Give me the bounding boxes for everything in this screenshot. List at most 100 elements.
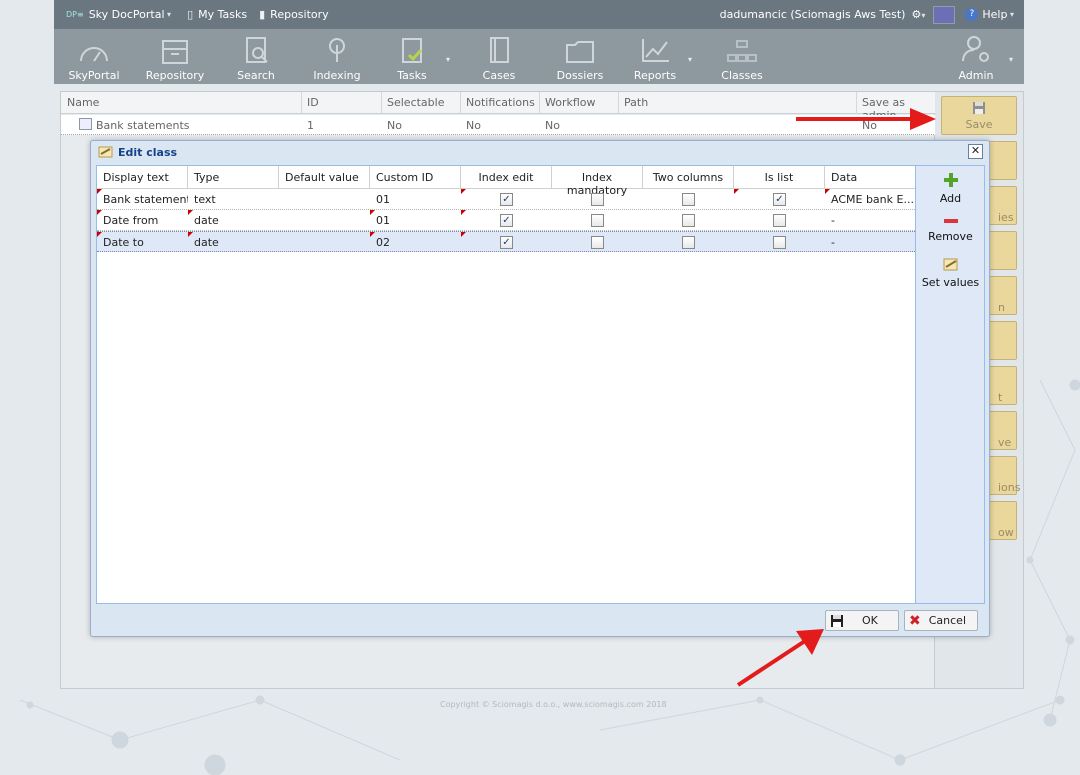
set-values-button[interactable]: Set values <box>916 256 985 289</box>
toolbar-skyportal[interactable]: SkyPortal <box>59 29 129 84</box>
cell-default-value[interactable] <box>279 189 370 209</box>
is-list-checkbox[interactable] <box>773 236 786 249</box>
repository-link[interactable]: ▮ Repository <box>259 8 329 21</box>
cancel-button[interactable]: ✖ Cancel <box>904 610 978 631</box>
col-data[interactable]: Data <box>825 166 915 189</box>
cell-custom-id[interactable]: 01 <box>370 189 461 209</box>
toolbar-dossiers[interactable]: Dossiers <box>545 29 615 84</box>
toolbar-label: Reports <box>633 69 677 82</box>
ok-button[interactable]: OK <box>825 610 899 631</box>
table-row[interactable]: Date from date 01 ✓ - <box>97 210 915 231</box>
col-index-edit[interactable]: Index edit <box>461 166 552 189</box>
chevron-down-icon: ▾ <box>164 10 172 19</box>
is-list-checkbox[interactable] <box>773 214 786 227</box>
cell-type[interactable]: text <box>188 189 279 209</box>
col-id[interactable]: ID <box>307 96 319 109</box>
save-button[interactable]: Save <box>941 96 1017 135</box>
toolbar-tasks[interactable]: Tasks <box>377 29 447 84</box>
toolbar-search[interactable]: Search <box>221 29 291 84</box>
cell-display-text[interactable]: Bank statement <box>97 189 188 209</box>
cell-custom-id[interactable]: 02 <box>370 232 461 252</box>
col-notifications[interactable]: Notifications <box>466 96 535 109</box>
index-mandatory-checkbox[interactable] <box>591 236 604 249</box>
toolbar-reports[interactable]: Reports <box>620 29 690 84</box>
brand-menu[interactable]: DP≡ Sky DocPortal ▾ <box>66 8 171 21</box>
reports-dropdown-icon[interactable]: ▾ <box>688 55 692 64</box>
top-bar: DP≡ Sky DocPortal ▾ ▯ My Tasks ▮ Reposit… <box>54 0 1024 29</box>
col-selectable[interactable]: Selectable <box>387 96 444 109</box>
col-name[interactable]: Name <box>67 96 99 109</box>
add-button[interactable]: Add <box>916 172 985 205</box>
toolbar-admin[interactable]: Admin <box>941 29 1011 84</box>
cell-index-mandatory <box>552 232 643 252</box>
two-columns-checkbox[interactable] <box>682 214 695 227</box>
chevron-down-icon: ▾ <box>1007 10 1014 19</box>
help-link[interactable]: Help <box>982 8 1007 21</box>
cell-display-text[interactable]: Date to <box>97 232 188 252</box>
user-name[interactable]: dadumancic (Sciomagis Aws Test) <box>720 8 906 21</box>
two-columns-checkbox[interactable] <box>682 193 695 206</box>
index-edit-checkbox[interactable]: ✓ <box>500 214 513 227</box>
row-selectable: No <box>387 119 402 132</box>
col-custom-id[interactable]: Custom ID <box>370 166 461 189</box>
toolbar-indexing[interactable]: Indexing <box>302 29 372 84</box>
index-mandatory-checkbox[interactable] <box>591 214 604 227</box>
col-display-text[interactable]: Display text <box>97 166 188 189</box>
col-default-value[interactable]: Default value <box>279 166 370 189</box>
cell-data[interactable]: - <box>825 232 915 252</box>
tasks-dropdown-icon[interactable]: ▾ <box>446 55 450 64</box>
cell-display-text[interactable]: Date from <box>97 210 188 230</box>
index-mandatory-checkbox[interactable] <box>591 193 604 206</box>
cabinet-icon <box>162 40 188 64</box>
cell-default-value[interactable] <box>279 210 370 230</box>
index-edit-checkbox[interactable]: ✓ <box>500 193 513 206</box>
index-edit-checkbox[interactable]: ✓ <box>500 236 513 249</box>
row-notifications: No <box>466 119 481 132</box>
set-values-label: Set values <box>921 276 980 289</box>
repository-label: Repository <box>270 8 329 21</box>
col-is-list[interactable]: Is list <box>734 166 825 189</box>
row-id: 1 <box>307 119 314 132</box>
col-index-mandatory[interactable]: Index mandatory <box>552 166 643 197</box>
is-list-checkbox[interactable]: ✓ <box>773 193 786 206</box>
toolbar-cases[interactable]: Cases <box>464 29 534 84</box>
cell-type[interactable]: date <box>188 210 279 230</box>
col-path[interactable]: Path <box>624 96 648 109</box>
remove-button[interactable]: Remove <box>916 216 985 243</box>
cell-index-edit: ✓ <box>461 189 552 209</box>
clipboard-icon: ▯ <box>187 8 194 21</box>
toolbar-classes[interactable]: Classes <box>707 29 777 84</box>
color-swatch[interactable] <box>933 5 956 24</box>
table-row[interactable]: Date to date 02 ✓ - <box>97 231 915 252</box>
table-row[interactable]: Bank statement text 01 ✓ ✓ ACME bank E..… <box>97 189 915 210</box>
two-columns-checkbox[interactable] <box>682 236 695 249</box>
dp-logo-icon: DP≡ <box>66 10 84 19</box>
brand-label: Sky DocPortal <box>88 8 165 21</box>
toolbar-repository[interactable]: Repository <box>140 29 210 84</box>
edit-class-dialog: Edit class ✕ Display text Type Default v… <box>90 140 990 637</box>
cell-default-value[interactable] <box>279 232 370 252</box>
col-workflow[interactable]: Workflow <box>545 96 596 109</box>
cell-data[interactable]: - <box>825 210 915 230</box>
admin-dropdown-icon[interactable]: ▾ <box>1009 55 1013 64</box>
user-settings-icon[interactable]: ⚙▾ <box>911 8 925 21</box>
col-type[interactable]: Type <box>188 166 279 189</box>
col-two-columns[interactable]: Two columns <box>643 166 734 189</box>
fields-table: Display text Type Default value Custom I… <box>97 166 915 603</box>
cell-is-list <box>734 232 825 252</box>
cell-index-mandatory <box>552 210 643 230</box>
field-actions: Add Remove Set values <box>915 166 984 603</box>
cell-data[interactable]: ACME bank E... <box>825 189 915 209</box>
row-name: Bank statements <box>96 119 190 132</box>
my-tasks-link[interactable]: ▯ My Tasks <box>187 8 247 21</box>
side-partial-label: ow <box>998 526 1014 539</box>
cell-two-columns <box>643 189 734 209</box>
edit-icon <box>943 258 957 271</box>
side-partial-label: ies <box>998 211 1014 224</box>
floppy-icon <box>973 101 985 114</box>
gauge-icon <box>80 47 108 62</box>
cell-custom-id[interactable]: 01 <box>370 210 461 230</box>
cell-index-edit: ✓ <box>461 232 552 252</box>
close-icon[interactable]: ✕ <box>968 144 983 159</box>
cell-type[interactable]: date <box>188 232 279 252</box>
